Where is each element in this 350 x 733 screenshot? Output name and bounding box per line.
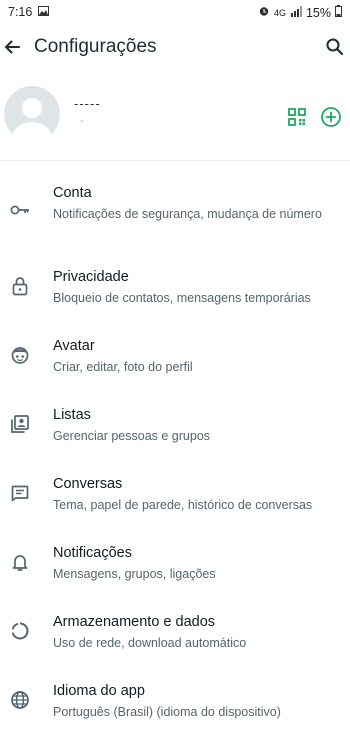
menu-item-title: Listas [53,407,91,423]
menu-item-title: Armazenamento e dados [53,614,216,630]
key-icon [9,199,31,221]
menu-item-armazenamento[interactable]: Armazenamento e dados Uso de rede, downl… [0,604,350,664]
menu-item-title: Avatar [53,338,95,354]
avatar-face-icon [9,344,31,366]
globe-icon [9,689,31,711]
profile-name: ----- [74,96,101,111]
status-time: 7:16 [8,5,33,19]
network-type: 4G [273,7,286,18]
profile-row[interactable]: ----- - [0,86,350,148]
search-icon[interactable] [325,37,345,57]
page-title: Configurações [34,36,157,57]
battery-icon [335,5,342,20]
storage-ring-icon [9,620,31,642]
alarm-icon [258,5,270,20]
menu-item-subtitle: Bloqueio de contatos, mensagens temporár… [53,291,311,305]
menu-item-conta[interactable]: Conta Notificações de segurança, mudança… [0,175,350,235]
menu-item-idioma[interactable]: Idioma do app Português (Brasil) (idioma… [0,673,350,733]
menu-item-title: Conta [53,185,92,201]
menu-item-conversas[interactable]: Conversas Tema, papel de parede, históri… [0,466,350,526]
status-bar: 7:16 4G 15% [0,0,350,24]
menu-item-privacidade[interactable]: Privacidade Bloqueio de contatos, mensag… [0,259,350,319]
avatar[interactable] [4,86,60,142]
menu-item-title: Privacidade [53,269,129,285]
menu-item-listas[interactable]: Listas Gerenciar pessoas e grupos [0,397,350,457]
top-app-bar: Configurações [0,24,350,74]
image-notification-icon [38,5,50,19]
lock-icon [9,275,31,297]
add-circle-icon[interactable] [320,106,342,128]
menu-item-avatar[interactable]: Avatar Criar, editar, foto do perfil [0,328,350,388]
menu-item-title: Notificações [53,545,132,561]
divider [0,160,350,161]
menu-item-subtitle: Notificações de segurança, mudança de nú… [53,207,322,221]
menu-item-subtitle: Uso de rede, download automático [53,636,247,650]
battery-level: 15% [305,5,331,20]
qr-code-icon[interactable] [287,107,307,127]
chat-icon [9,482,31,504]
menu-item-subtitle: Gerenciar pessoas e grupos [53,429,211,443]
menu-item-subtitle: Mensagens, grupos, ligações [53,567,216,581]
contact-list-icon [9,413,31,435]
menu-item-subtitle: Português (Brasil) (idioma do dispositiv… [53,705,281,719]
menu-item-notificacoes[interactable]: Notificações Mensagens, grupos, ligações [0,535,350,595]
menu-item-title: Conversas [53,476,123,492]
back-arrow-icon[interactable] [2,37,22,57]
menu-item-subtitle: Criar, editar, foto do perfil [53,360,193,374]
signal-icon [290,5,302,20]
default-avatar-icon [13,98,51,142]
menu-item-subtitle: Tema, papel de parede, histórico de conv… [53,498,313,512]
profile-about: - [80,116,84,127]
bell-icon [9,551,31,573]
menu-item-title: Idioma do app [53,683,145,699]
